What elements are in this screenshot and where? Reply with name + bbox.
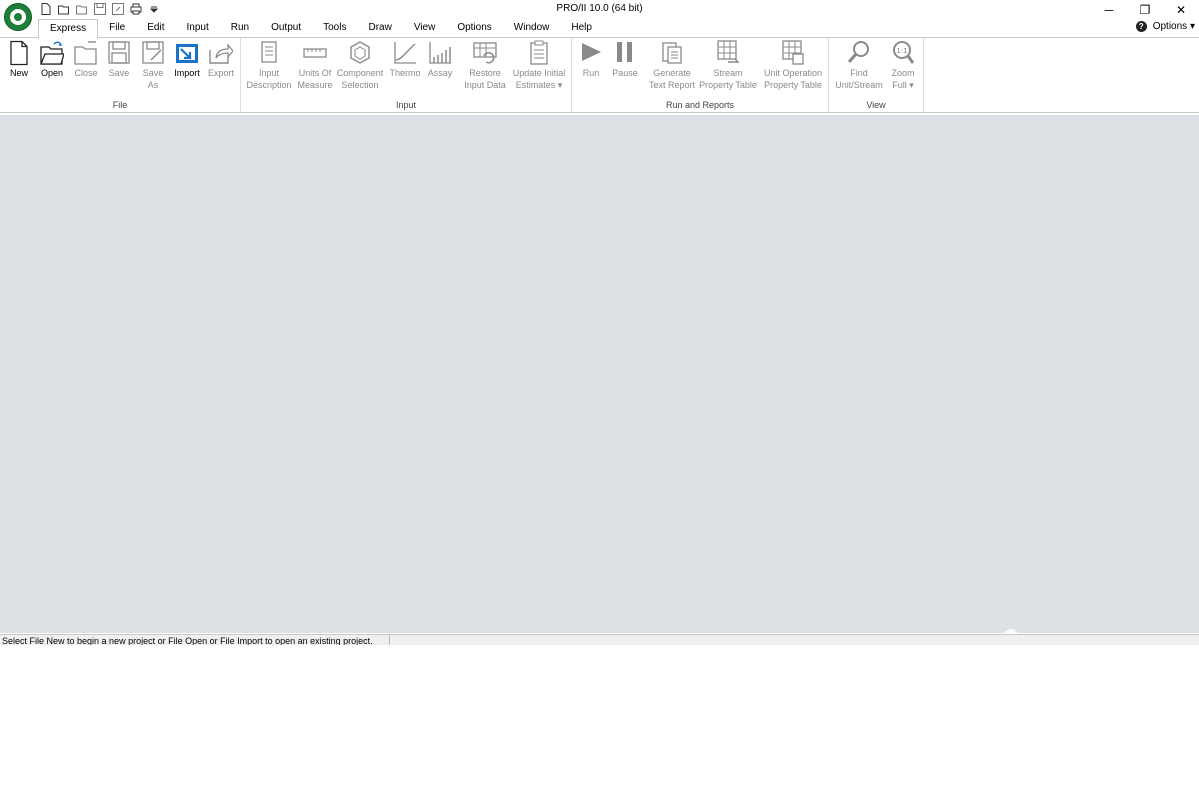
tab-express[interactable]: Express (38, 19, 99, 39)
ribbon-tabs: Express File Edit Input Run Output Tools… (38, 19, 603, 39)
tab-help[interactable]: Help (560, 19, 603, 37)
unit-operation-property-table-button[interactable]: Unit Operation Property Table (760, 40, 826, 91)
hexagon-icon (350, 41, 370, 64)
input-description-button[interactable]: Input Description (245, 40, 293, 91)
tab-options[interactable]: Options (446, 19, 502, 37)
tab-window[interactable]: Window (503, 19, 561, 37)
ribbon: New Open Close Save Save As Import Expor… (0, 37, 1199, 113)
tab-output[interactable]: Output (260, 19, 312, 37)
tab-input[interactable]: Input (175, 19, 219, 37)
restore-data-icon (473, 42, 497, 64)
thermo-button[interactable]: Thermo (388, 40, 422, 79)
pause-icon (617, 42, 632, 62)
watermark-url: jingyan.baidu.com (922, 707, 1084, 729)
import-button[interactable]: Import (171, 40, 203, 79)
group-label-run-reports: Run and Reports (665, 100, 735, 110)
minimize-button[interactable]: ─ (1091, 0, 1127, 20)
save-as-disk-icon (142, 41, 164, 64)
tab-file[interactable]: File (98, 19, 136, 37)
ribbon-group-view: Find Unit/Stream 1:1 Zoom Full ▾ View (829, 38, 924, 112)
close-project-button[interactable]: Close (72, 40, 100, 79)
run-button[interactable]: Run (578, 40, 604, 79)
title-bar: PRO/II 10.0 (64 bit) ─ ❐ ✕ (0, 0, 1199, 31)
group-label-file: File (112, 100, 128, 110)
restore-button[interactable]: ❐ (1127, 0, 1163, 20)
assay-button[interactable]: Assay (425, 40, 455, 79)
help-icon[interactable]: ? (1135, 21, 1147, 32)
open-button[interactable]: Open (38, 40, 66, 79)
thermo-curve-icon (394, 42, 416, 64)
clipboard-icon (530, 40, 548, 65)
play-icon (582, 43, 601, 61)
group-label-input: Input (395, 100, 417, 110)
magnifier-icon (847, 41, 869, 63)
save-disk-icon (108, 41, 130, 64)
new-file-icon (10, 40, 28, 66)
document-lines-icon (261, 41, 277, 63)
import-icon (176, 44, 198, 63)
export-icon (209, 43, 233, 64)
svg-text:1:1: 1:1 (896, 47, 907, 55)
ribbon-group-run-reports: Run Pause Generate Text Report Stream Pr… (572, 38, 829, 112)
generate-text-report-button[interactable]: Generate Text Report (646, 40, 698, 91)
ribbon-group-file: New Open Close Save Save As Import Expor… (0, 38, 241, 112)
flowsheet-workspace[interactable]: Bai du 经验 jingyan.baidu.com (0, 115, 1199, 782)
zoom-icon: 1:1 (893, 41, 915, 64)
tab-draw[interactable]: Draw (357, 19, 402, 37)
zoom-full-button[interactable]: 1:1 Zoom Full ▾ (887, 40, 919, 91)
new-button[interactable]: New (6, 40, 32, 79)
save-button[interactable]: Save (106, 40, 132, 79)
window-title: PRO/II 10.0 (64 bit) (556, 3, 643, 14)
unit-op-table-icon (782, 40, 804, 65)
component-selection-button[interactable]: Component Selection (335, 40, 385, 91)
units-of-measure-button[interactable]: Units Of Measure (295, 40, 335, 91)
assay-chart-icon (429, 42, 451, 64)
tab-edit[interactable]: Edit (136, 19, 175, 37)
close-button[interactable]: ✕ (1163, 0, 1199, 20)
ribbon-group-input: Input Description Units Of Measure Compo… (241, 38, 572, 112)
save-as-button[interactable]: Save As (139, 40, 167, 91)
tab-view[interactable]: View (403, 19, 447, 37)
status-bar: Select File New to begin a new project o… (0, 634, 1199, 645)
find-unit-stream-button[interactable]: Find Unit/Stream (833, 40, 885, 91)
close-folder-icon (74, 41, 97, 65)
tab-run[interactable]: Run (220, 19, 260, 37)
restore-input-data-button[interactable]: Restore Input Data (461, 40, 509, 91)
options-menu[interactable]: Options ▾ (1153, 21, 1195, 32)
stream-property-table-button[interactable]: Stream Property Table (698, 40, 758, 91)
ruler-icon (303, 48, 327, 58)
group-label-view: View (866, 100, 886, 110)
report-icon (662, 42, 682, 64)
update-initial-estimates-button[interactable]: Update Initial Estimates ▾ (509, 40, 569, 91)
open-folder-icon (40, 41, 64, 65)
stream-table-icon (717, 40, 740, 63)
tab-tools[interactable]: Tools (312, 19, 357, 37)
export-button[interactable]: Export (205, 40, 237, 79)
pause-button[interactable]: Pause (610, 40, 640, 79)
